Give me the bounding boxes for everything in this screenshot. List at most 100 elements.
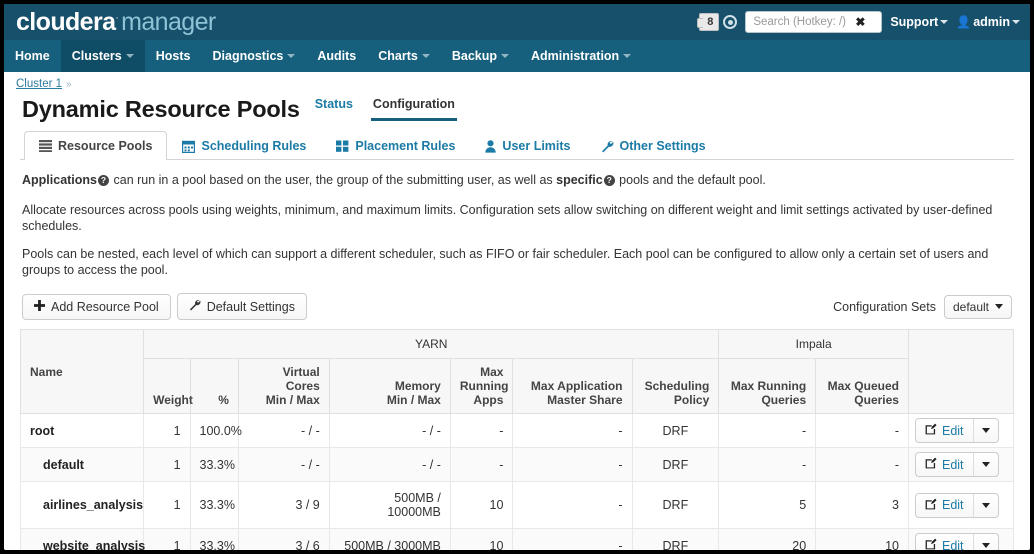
column-header-max-running-apps[interactable]: Max Running Apps [449, 358, 514, 414]
default-settings-button[interactable]: Default Settings [176, 293, 307, 320]
edit-button[interactable]: Edit [916, 419, 973, 442]
search-input[interactable] [751, 15, 856, 29]
pool-virtual-cores: 3 / 6 [237, 528, 330, 550]
chevron-down-icon [981, 428, 990, 433]
page-content: Cluster 1 » Dynamic Resource Pools Statu… [4, 72, 1030, 550]
subtab-configuration[interactable]: Configuration [370, 94, 457, 121]
column-header-scheduling-policy[interactable]: Scheduling Policy [631, 358, 720, 414]
pool-memory: 500MB / 3000MB [328, 528, 451, 550]
column-header-name[interactable]: Name [19, 329, 145, 414]
pool-scheduling-policy: DRF [631, 413, 720, 448]
pool-weight: 1 [143, 481, 191, 529]
page-subtabs: Status Configuration [313, 94, 457, 123]
table-row[interactable]: default 1 33.3% - / - - / - - - DRF - - [19, 447, 1015, 482]
maxapps-line2: Running [459, 379, 509, 393]
pencil-square-icon [925, 498, 937, 513]
edit-label: Edit [941, 498, 964, 512]
group-header-impala: Impala [718, 329, 909, 359]
nav-item-administration[interactable]: Administration [520, 40, 642, 72]
logo-registered-mark: · [115, 12, 119, 24]
tab-label: Other Settings [619, 139, 706, 153]
pool-max-running-apps: 10 [449, 528, 514, 550]
tab-label: Placement Rules [355, 139, 456, 153]
support-label: Support [890, 15, 939, 29]
nav-label: Backup [451, 49, 497, 63]
breadcrumb-caret-icon[interactable]: » [66, 79, 72, 90]
tab-label: User Limits [502, 139, 571, 153]
nav-item-diagnostics[interactable]: Diagnostics [202, 40, 307, 72]
column-header-memory[interactable]: Memory Min / Max [328, 358, 451, 414]
edit-label: Edit [941, 457, 964, 472]
runq-line1: Max Running [730, 379, 807, 393]
column-header-max-queued-queries[interactable]: Max Queued Queries [815, 358, 909, 414]
column-header-weight[interactable]: Weight [143, 358, 193, 414]
pool-scheduling-policy: DRF [631, 481, 720, 529]
description-p1-end: pools and the default pool. [615, 173, 766, 187]
cloudera-manager-logo[interactable]: cloudera· manager [4, 7, 216, 36]
edit-button[interactable]: Edit [916, 453, 973, 476]
tab-placement-rules[interactable]: Placement Rules [321, 131, 470, 160]
pool-weight: 1 [143, 447, 191, 482]
column-header-max-running-queries[interactable]: Max Running Queries [718, 358, 817, 414]
help-icon[interactable]: ? [603, 175, 615, 186]
alert-count-badge[interactable]: 8 [697, 13, 720, 31]
help-icon[interactable]: ? [98, 175, 110, 186]
pool-max-queued-queries: 3 [815, 481, 909, 529]
column-header-actions [907, 329, 1015, 414]
search-box[interactable]: ✖ [745, 11, 883, 33]
maxapps-line1: Max [480, 365, 504, 379]
tab-strip: Resource Pools Scheduling Rules Placemen… [20, 130, 1014, 160]
edit-button[interactable]: Edit [916, 494, 973, 517]
nav-label: Administration [531, 49, 620, 63]
edit-label: Edit [941, 538, 964, 551]
pool-scheduling-policy: DRF [631, 447, 720, 482]
app-window: cloudera·manager 8 ✖ Support 👤 admin [4, 4, 1030, 550]
tab-resource-pools[interactable]: Resource Pools [24, 131, 168, 160]
edit-dropdown-toggle[interactable] [972, 493, 998, 517]
tab-other-settings[interactable]: Other Settings [586, 131, 721, 160]
column-header-virtual-cores[interactable]: Virtual Cores Min / Max [237, 358, 330, 414]
support-menu[interactable]: Support [890, 15, 949, 29]
specific-term: specific [556, 173, 603, 187]
pool-max-running-apps: 10 [449, 481, 514, 529]
description-paragraph-3: Pools can be nested, each level of which… [22, 247, 989, 277]
table-row[interactable]: root 1 100.0% - / - - / - - - DRF - - Ed… [19, 413, 1015, 448]
table-head: Name YARN Impala Weight % Virtual Cores … [19, 329, 1015, 414]
chevron-down-icon [125, 54, 134, 58]
nav-item-hosts[interactable]: Hosts [145, 40, 202, 72]
add-resource-pool-button[interactable]: Add Resource Pool [22, 293, 171, 320]
edit-dropdown-toggle[interactable] [972, 419, 998, 442]
recent-commands-icon[interactable] [723, 15, 738, 29]
configuration-sets-dropdown[interactable]: default [943, 294, 1012, 319]
tab-user-limits[interactable]: User Limits [470, 131, 585, 160]
edit-dropdown-toggle[interactable] [972, 534, 998, 550]
stack-icon [39, 140, 52, 152]
nav-item-clusters[interactable]: Clusters [60, 40, 145, 72]
search-clear-icon[interactable]: ✖ [855, 16, 865, 28]
nav-item-audits[interactable]: Audits [306, 40, 367, 72]
notifications-group: 8 [697, 13, 738, 31]
column-header-percent[interactable]: % [189, 358, 239, 414]
amshare-line1: Max Application [530, 379, 623, 393]
user-menu[interactable]: 👤 admin [956, 15, 1020, 29]
table-row[interactable]: website_analysis 1 33.3% 3 / 6 500MB / 3… [19, 528, 1015, 550]
nav-item-charts[interactable]: Charts [367, 40, 441, 72]
pool-max-running-queries: - [718, 413, 817, 448]
applications-term: Applications [22, 173, 98, 187]
tab-scheduling-rules[interactable]: Scheduling Rules [167, 131, 321, 160]
pool-name: airlines_analysis [19, 481, 145, 529]
nav-item-backup[interactable]: Backup [441, 40, 520, 72]
table-row[interactable]: airlines_analysis 1 33.3% 3 / 9 500MB / … [19, 481, 1015, 529]
top-bar-right: 8 ✖ Support 👤 admin [697, 11, 1030, 33]
edit-dropdown-toggle[interactable] [972, 453, 998, 476]
edit-button[interactable]: Edit [916, 534, 973, 550]
main-navigation: Home Clusters Hosts Diagnostics Audits C… [4, 40, 1030, 72]
table-column-header-row: Weight % Virtual Cores Min / Max Memory … [21, 358, 1014, 414]
logo-manager: manager [121, 7, 216, 36]
subtab-status[interactable]: Status [313, 94, 355, 121]
nav-item-home[interactable]: Home [4, 40, 61, 72]
breadcrumb-cluster-link[interactable]: Cluster 1 [16, 78, 62, 90]
chevron-down-icon [287, 54, 296, 58]
memory-line2: Min / Max [386, 393, 441, 407]
column-header-max-application-master-share[interactable]: Max Application Master Share [512, 358, 633, 414]
